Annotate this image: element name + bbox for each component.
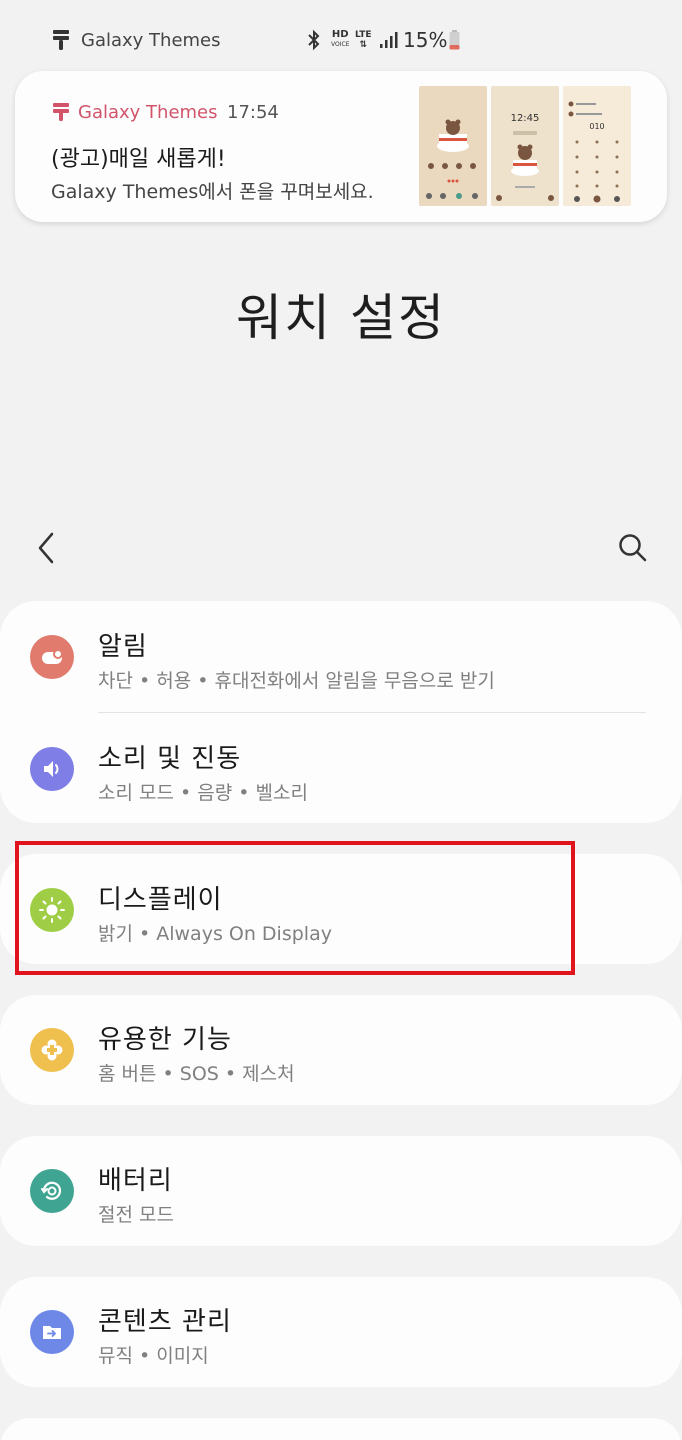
menu-item-content-manager[interactable]: 콘텐츠 관리 뮤직 • 이미지	[0, 1277, 682, 1387]
status-app-name: Galaxy Themes	[81, 30, 221, 51]
galaxy-themes-icon	[53, 103, 69, 121]
hd-label: HD	[331, 29, 349, 40]
menu-item-title: 콘텐츠 관리	[98, 1307, 232, 1337]
bluetooth-icon	[308, 29, 320, 51]
menu-item-title: 소리 및 진동	[98, 744, 242, 774]
notification-icon	[30, 635, 74, 679]
voice-label: VOICE	[331, 41, 350, 48]
settings-group-next	[0, 1418, 682, 1440]
theme-preview-dialer: 010	[563, 86, 631, 206]
notification-app-name: Galaxy Themes	[78, 102, 218, 123]
menu-item-subtitle: 홈 버튼 • SOS • 제스처	[98, 1063, 295, 1085]
theme-preview-lock: 12:45	[491, 86, 559, 206]
menu-item-title: 알림	[98, 632, 148, 662]
status-bar: Galaxy Themes HD VOICE LTE ⇅ 15%	[0, 0, 682, 80]
plus-puzzle-icon	[30, 1028, 74, 1072]
dialpad-illustration	[568, 101, 620, 203]
menu-item-subtitle: 차단 • 허용 • 휴대전화에서 알림을 무음으로 받기	[98, 670, 495, 692]
theme-preview-home	[419, 86, 487, 206]
back-icon[interactable]	[30, 528, 66, 568]
notification-body: Galaxy Themes에서 폰을 꾸며보세요.	[51, 181, 374, 203]
brightness-icon	[30, 888, 74, 932]
menu-item-sound-vibration[interactable]: 소리 및 진동 소리 모드 • 음량 • 벨소리	[0, 713, 682, 823]
battery-percent: 15%	[403, 28, 448, 52]
lte-label: LTE	[355, 30, 372, 40]
settings-group-battery: 배터리 절전 모드	[0, 1136, 682, 1246]
menu-item-display[interactable]: 디스플레이 밝기 • Always On Display	[0, 854, 682, 964]
galaxy-themes-icon	[53, 30, 69, 50]
menu-item-subtitle: 밝기 • Always On Display	[98, 923, 332, 945]
menu-item-battery[interactable]: 배터리 절전 모드	[0, 1136, 682, 1246]
battery-icon	[449, 30, 460, 50]
menu-item-advanced-features[interactable]: 유용한 기능 홈 버튼 • SOS • 제스처	[0, 995, 682, 1105]
menu-item-title: 배터리	[98, 1166, 173, 1196]
settings-group-sound: 알림 차단 • 허용 • 휴대전화에서 알림을 무음으로 받기 소리 및 진동 …	[0, 601, 682, 823]
page-title: 워치 설정	[236, 289, 446, 347]
hd-voice-indicator: HD VOICE	[331, 30, 349, 50]
speaker-icon	[30, 747, 74, 791]
data-arrows-icon: ⇅	[359, 40, 368, 50]
settings-group-display: 디스플레이 밝기 • Always On Display	[0, 854, 682, 964]
notification-title: (광고)매일 새롭게!	[51, 147, 226, 172]
notification-time: 17:54	[227, 102, 279, 123]
cake-bear-illustration	[496, 131, 554, 201]
settings-group-advanced: 유용한 기능 홈 버튼 • SOS • 제스처	[0, 995, 682, 1105]
folder-icon	[30, 1310, 74, 1354]
menu-item-title: 유용한 기능	[98, 1025, 232, 1055]
lte-indicator: LTE ⇅	[355, 30, 372, 50]
cake-bear-illustration	[426, 119, 478, 199]
menu-item-notifications[interactable]: 알림 차단 • 허용 • 휴대전화에서 알림을 무음으로 받기	[0, 601, 682, 711]
menu-item-subtitle: 뮤직 • 이미지	[98, 1345, 209, 1367]
search-icon[interactable]	[614, 530, 650, 566]
menu-item-subtitle: 절전 모드	[98, 1204, 174, 1226]
menu-item-subtitle: 소리 모드 • 음량 • 벨소리	[98, 782, 308, 804]
battery-refresh-icon	[30, 1169, 74, 1213]
signal-icon	[380, 32, 398, 48]
notification-card[interactable]: Galaxy Themes 17:54 (광고)매일 새롭게! Galaxy T…	[15, 71, 667, 222]
menu-item-title: 디스플레이	[98, 885, 223, 915]
settings-group-content: 콘텐츠 관리 뮤직 • 이미지	[0, 1277, 682, 1387]
